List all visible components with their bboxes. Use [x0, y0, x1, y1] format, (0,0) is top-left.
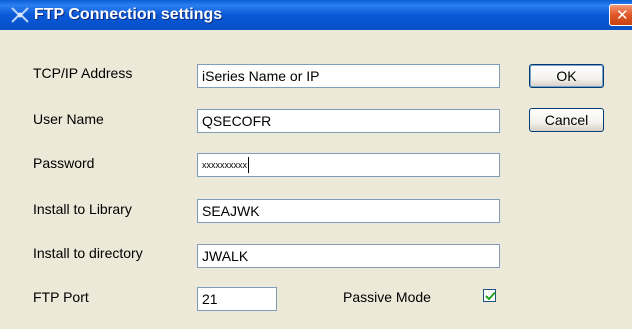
ftp-port-input[interactable]: 21 [197, 287, 277, 311]
password-input[interactable]: xxxxxxxxxx [197, 153, 500, 177]
passive-mode-checkbox[interactable] [483, 289, 496, 302]
password-label: Password [33, 155, 95, 171]
close-button[interactable]: ✕ [609, 4, 632, 26]
ftp-port-label: FTP Port [33, 289, 89, 305]
install-library-label: Install to Library [33, 201, 132, 217]
window-title: FTP Connection settings [34, 6, 223, 23]
passive-mode-label: Passive Mode [343, 289, 431, 305]
ftp-app-icon [10, 5, 30, 25]
install-library-input[interactable]: SEAJWK [197, 199, 500, 223]
cancel-button[interactable]: Cancel [529, 108, 604, 132]
password-masked-value: xxxxxxxxxx [202, 160, 247, 170]
checkmark-icon [485, 292, 496, 300]
tcpip-address-label: TCP/IP Address [33, 65, 133, 81]
title-bar[interactable]: FTP Connection settings ✕ [0, 0, 632, 30]
ok-button[interactable]: OK [529, 64, 604, 88]
tcpip-address-input[interactable]: iSeries Name or IP [197, 64, 500, 88]
user-name-label: User Name [33, 111, 104, 127]
user-name-input[interactable]: QSECOFR [197, 109, 500, 133]
install-directory-label: Install to directory [33, 245, 143, 261]
close-icon: ✕ [616, 6, 629, 24]
text-caret [248, 157, 249, 173]
install-directory-input[interactable]: JWALK [197, 244, 500, 268]
ftp-settings-dialog: FTP Connection settings ✕ TCP/IP Address… [0, 0, 632, 329]
